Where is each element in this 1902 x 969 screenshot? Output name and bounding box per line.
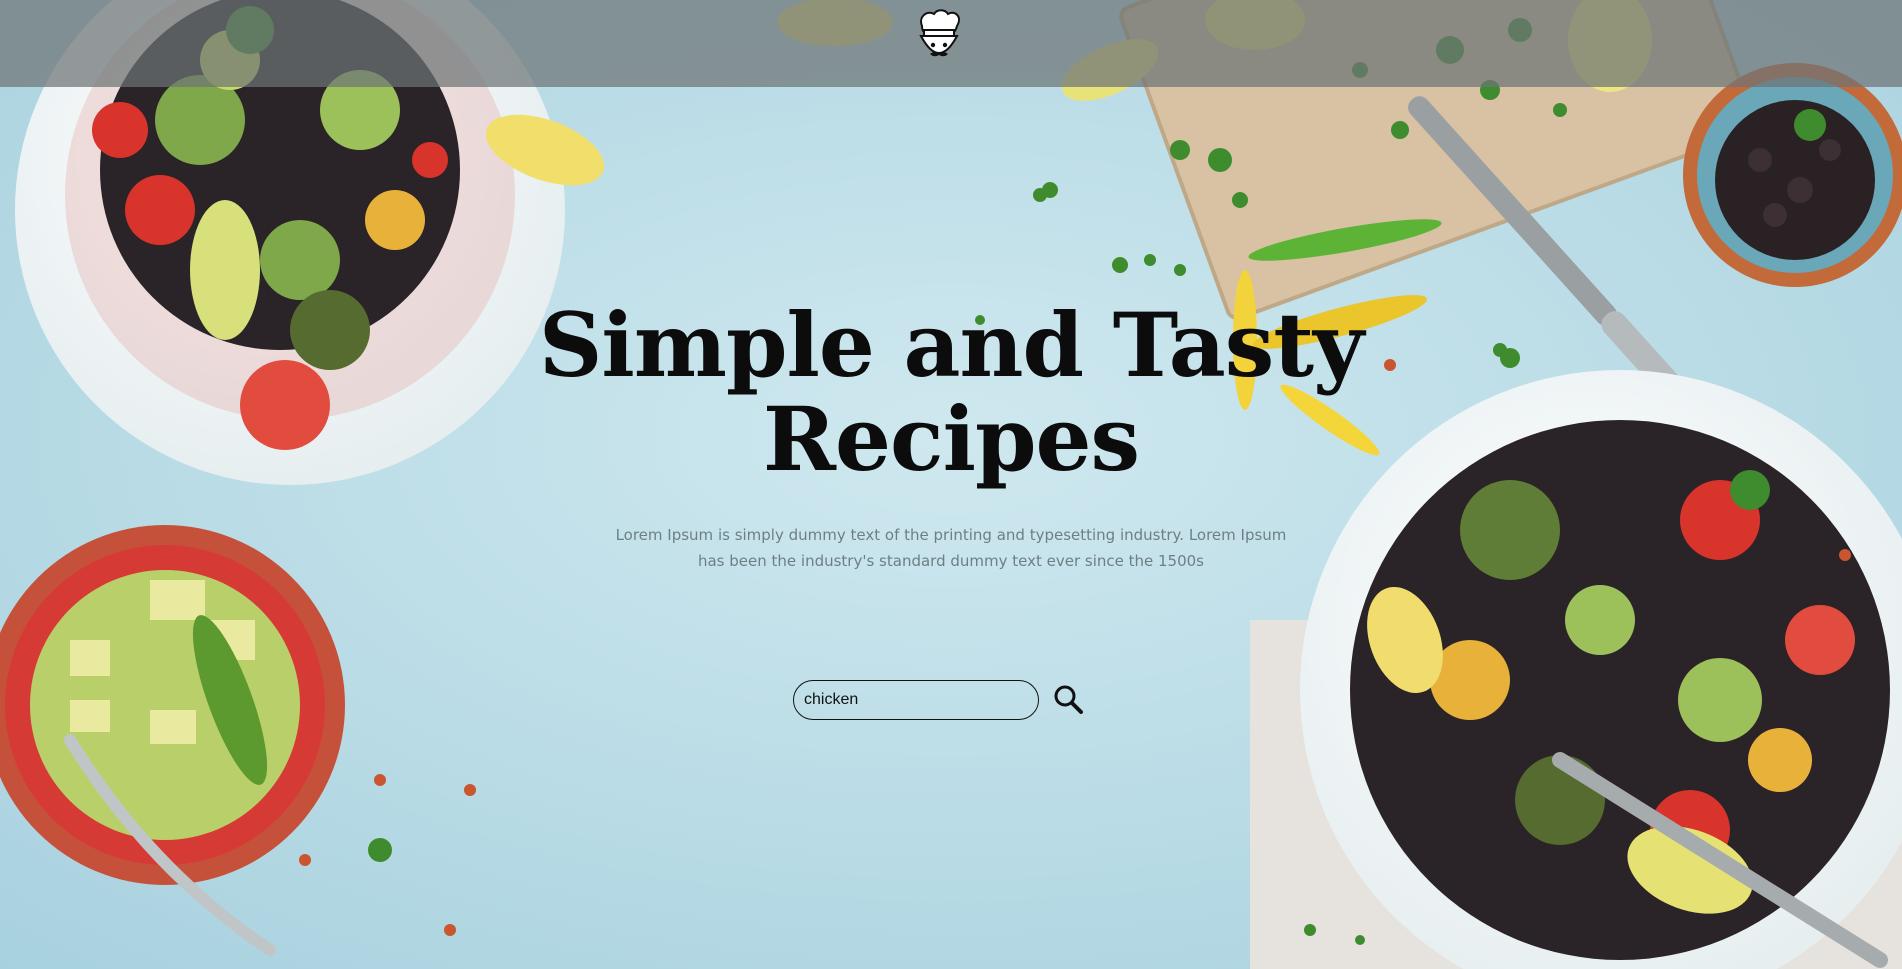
hero-section: Simple and Tasty Recipes Lorem Ipsum is …	[0, 298, 1902, 574]
hero-title-line1: Simple and Tasty	[538, 293, 1364, 397]
chef-mustache-icon[interactable]	[914, 8, 964, 70]
hero-title: Simple and Tasty Recipes	[0, 298, 1902, 486]
top-navigation-bar	[0, 0, 1902, 87]
hero-title-line2: Recipes	[762, 387, 1140, 491]
hero-subtitle: Lorem Ipsum is simply dummy text of the …	[615, 526, 1287, 570]
recipe-search-form	[793, 680, 1083, 722]
search-input[interactable]	[793, 680, 1039, 720]
search-button[interactable]	[1050, 682, 1086, 718]
search-icon	[1054, 685, 1083, 714]
